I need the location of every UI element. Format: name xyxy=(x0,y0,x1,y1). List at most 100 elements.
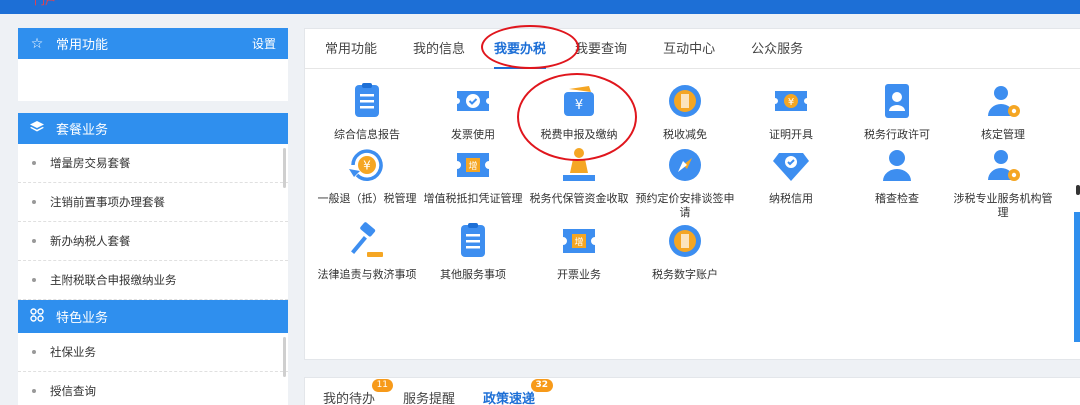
vat-ticket-icon: 增 xyxy=(457,153,489,177)
service-item-pricing-agreement[interactable]: 预约定价安排谈签申请 xyxy=(635,145,735,220)
service-label: 税费申报及缴纳 xyxy=(540,128,618,141)
coin-icon xyxy=(669,225,701,257)
tab-policy-express[interactable]: 政策速递 32 xyxy=(483,379,554,405)
svg-text:增: 增 xyxy=(574,236,583,248)
special-header[interactable]: 特色业务 xyxy=(18,300,288,333)
service-item-admin-license[interactable]: 税务行政许可 xyxy=(847,81,947,142)
bullet-icon xyxy=(32,350,36,354)
package-scrollbar[interactable] xyxy=(283,148,286,188)
yuan-ticket-icon: ¥ xyxy=(775,91,807,111)
main-tabs: 常用功能 我的信息 我要办税 我要查询 互动中心 公众服务 xyxy=(305,29,1080,69)
service-label: 税务数字账户 xyxy=(652,268,718,281)
gavel-icon xyxy=(351,222,383,257)
service-label: 增值税抵扣凭证管理 xyxy=(423,192,523,205)
edge-strip xyxy=(1074,212,1080,342)
tab-query[interactable]: 我要查询 xyxy=(575,38,627,68)
user-gear-icon xyxy=(988,86,1020,117)
service-item-other[interactable]: 其他服务事项 xyxy=(423,221,523,282)
favorites-title: 常用功能 xyxy=(56,38,109,53)
list-item-label: 授信查询 xyxy=(50,384,96,398)
special-scrollbar[interactable] xyxy=(283,337,286,377)
favorites-header: ☆ 常用功能 设置 xyxy=(18,28,288,59)
todo-tabs: 我的待办 11 服务提醒 政策速递 32 xyxy=(305,378,1080,405)
service-item-tax-declare-pay[interactable]: ¥ 税费申报及缴纳 xyxy=(529,81,629,142)
special-title: 特色业务 xyxy=(56,311,109,326)
logo-fragment: 门户 xyxy=(34,0,56,7)
bullet-icon xyxy=(32,200,36,204)
list-item-label: 主附税联合申报缴纳业务 xyxy=(50,273,177,287)
service-label: 综合信息报告 xyxy=(334,128,400,141)
list-item[interactable]: 社保业务 xyxy=(18,333,288,372)
id-card-icon xyxy=(885,84,909,118)
user-icon xyxy=(883,150,911,181)
tab-label: 政策速递 xyxy=(483,392,536,405)
todo-count-badge: 11 xyxy=(371,379,394,392)
service-label: 涉税专业服务机构管理 xyxy=(953,192,1053,219)
coin-icon xyxy=(669,85,701,117)
svg-text:¥: ¥ xyxy=(575,98,583,113)
service-item-invoicing[interactable]: 增 开票业务 xyxy=(529,221,629,282)
package-header[interactable]: 套餐业务 xyxy=(18,113,288,144)
tab-common[interactable]: 常用功能 xyxy=(325,38,377,68)
list-item-label: 新办纳税人套餐 xyxy=(50,234,131,248)
bullet-icon xyxy=(32,389,36,393)
invoice-check-icon xyxy=(457,91,489,111)
user-gear-icon xyxy=(988,150,1020,181)
list-item[interactable]: 新办纳税人套餐 xyxy=(18,222,288,261)
grid-icon xyxy=(30,307,44,326)
tab-interaction[interactable]: 互动中心 xyxy=(663,38,715,68)
tab-tax-handling[interactable]: 我要办税 xyxy=(494,38,547,69)
hand-money-icon xyxy=(563,148,595,181)
list-item[interactable]: 增量房交易套餐 xyxy=(18,144,288,183)
service-item-agency-management[interactable]: 涉税专业服务机构管理 xyxy=(953,145,1053,220)
service-item-assessment[interactable]: 核定管理 xyxy=(953,81,1053,142)
service-item-digital-account[interactable]: 税务数字账户 xyxy=(635,221,735,282)
service-item-refund[interactable]: ¥ 一般退（抵）税管理 xyxy=(317,145,417,206)
service-label: 核定管理 xyxy=(981,128,1025,141)
todo-panel: 我的待办 11 服务提醒 政策速递 32 xyxy=(304,377,1080,405)
special-list: 社保业务 授信查询 xyxy=(18,333,288,405)
layers-icon xyxy=(30,120,44,137)
svg-text:¥: ¥ xyxy=(363,159,371,173)
svg-text:¥: ¥ xyxy=(788,97,794,108)
list-item[interactable]: 授信查询 xyxy=(18,372,288,405)
list-item-label: 注销前置事项办理套餐 xyxy=(50,195,165,209)
left-sidebar: ☆ 常用功能 设置 套餐业务 增量房交易套餐 注销前置事项办理套餐 新办纳税人套… xyxy=(18,28,288,405)
service-label: 纳税信用 xyxy=(769,192,813,205)
service-item-tax-credit[interactable]: 纳税信用 xyxy=(741,145,841,206)
service-item-fund-custody[interactable]: 税务代保管资金收取 xyxy=(529,145,629,206)
tab-my-info[interactable]: 我的信息 xyxy=(413,38,465,68)
star-icon: ☆ xyxy=(30,35,44,52)
wallet-yuan-icon: ¥ xyxy=(564,86,594,116)
service-label: 开票业务 xyxy=(557,268,601,281)
service-label: 税务行政许可 xyxy=(864,128,930,141)
service-label: 发票使用 xyxy=(451,128,495,141)
service-item-invoice-use[interactable]: 发票使用 xyxy=(423,81,523,142)
list-item-label: 社保业务 xyxy=(50,345,96,359)
vat-ticket-icon: 增 xyxy=(563,229,595,253)
package-list: 增量房交易套餐 注销前置事项办理套餐 新办纳税人套餐 主附税联合申报缴纳业务 xyxy=(18,144,288,300)
top-header-bar: 门户 xyxy=(0,0,1080,14)
list-item-label: 增量房交易套餐 xyxy=(50,156,131,170)
service-item-info-report[interactable]: 综合信息报告 xyxy=(317,81,417,142)
favorites-settings-link[interactable]: 设置 xyxy=(252,35,276,52)
service-label: 法律追责与救济事项 xyxy=(317,268,417,281)
tab-service-reminder[interactable]: 服务提醒 xyxy=(403,388,455,405)
service-label: 税务代保管资金收取 xyxy=(529,192,629,205)
list-item[interactable]: 主附税联合申报缴纳业务 xyxy=(18,261,288,300)
service-item-certificate[interactable]: ¥ 证明开具 xyxy=(741,81,841,142)
bullet-icon xyxy=(32,161,36,165)
tab-public-service[interactable]: 公众服务 xyxy=(751,38,803,68)
tab-label: 我的待办 xyxy=(323,392,376,405)
service-label: 税收减免 xyxy=(663,128,707,141)
service-item-vat-deduction[interactable]: 增 增值税抵扣凭证管理 xyxy=(423,145,523,206)
tab-my-todo[interactable]: 我的待办 11 xyxy=(323,379,394,405)
list-item[interactable]: 注销前置事项办理套餐 xyxy=(18,183,288,222)
service-label: 一般退（抵）税管理 xyxy=(317,192,417,205)
service-item-inspection[interactable]: 稽查检查 xyxy=(847,145,947,206)
refund-yuan-icon: ¥ xyxy=(349,149,383,181)
diamond-check-icon xyxy=(773,153,809,181)
service-item-legal-remedy[interactable]: 法律追责与救济事项 xyxy=(317,221,417,282)
service-item-tax-reduction[interactable]: 税收减免 xyxy=(635,81,735,142)
compass-icon xyxy=(669,149,701,181)
